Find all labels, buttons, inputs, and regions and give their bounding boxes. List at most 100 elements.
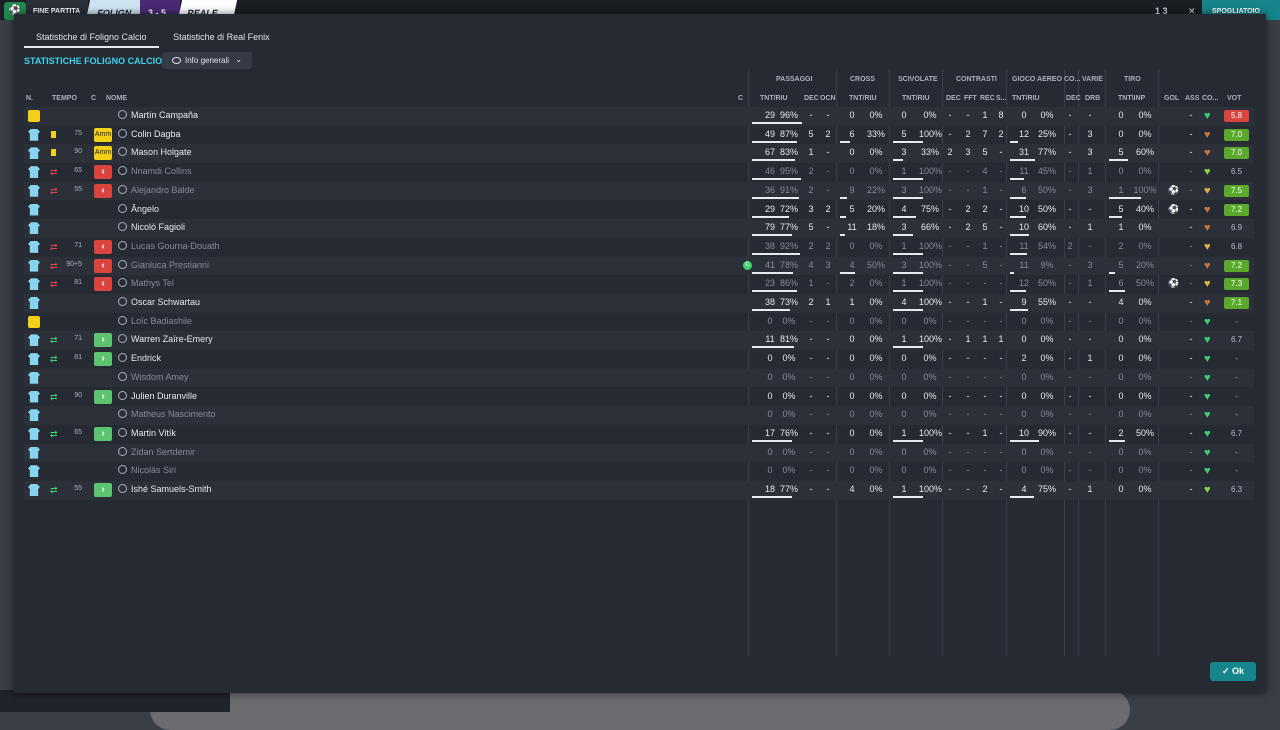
column-header-c[interactable]: C [91, 95, 96, 102]
column-header-pdec[interactable]: DEC [804, 95, 819, 102]
player-name[interactable]: Lucas Gourna-Douath [118, 240, 220, 251]
table-row[interactable]: ⇄ 55 › Ishé Samuels-Smith 18 77% - -4 0% 1 100% - -2… [24, 481, 1254, 500]
stat-drb: - [1088, 203, 1092, 214]
column-header-pocn[interactable]: OCN [820, 95, 836, 102]
stat-pocn: - [826, 446, 830, 457]
column-header-nome[interactable]: NOME [106, 95, 127, 102]
column-header-co[interactable]: CO... [1202, 95, 1218, 102]
table-row[interactable]: ⇄ 81 › Endrick 0 0% - -0 0% 0 0% - - - -2 0% -1 0 0% - ♥ - [24, 350, 1254, 369]
player-name[interactable]: Colin Dagba [118, 128, 181, 139]
column-header-tempo[interactable]: TEMPO [52, 95, 77, 102]
column-header-cdec[interactable]: DEC [946, 95, 961, 102]
table-row[interactable]: Loïc Badiashile 0 0% - -0 0% 0 0% - - - -0 0% - -0 0% - ♥… [24, 313, 1254, 332]
stat-cross: 4 [849, 484, 855, 494]
stat-passp: 77% [779, 484, 798, 494]
tab-home-stats[interactable]: Statistiche di Foligno Calcio [24, 26, 159, 48]
sub-on-badge: › [94, 389, 112, 404]
stat-bar-pass [752, 196, 800, 199]
table-row[interactable]: ⇄ 71 ‹ Lucas Gourna-Douath 38 92% 2 2 0 0% 1 100% - -… [24, 238, 1254, 257]
headset-icon [118, 427, 127, 437]
morale-heart-icon: ♥ [1204, 465, 1211, 478]
column-header-codec[interactable]: DEC [1066, 95, 1081, 102]
player-name[interactable]: Alejandro Balde [118, 184, 195, 195]
table-row[interactable]: Zidan Sertdemir 0 0% - -0 0% 0 0% - - - -0 0% - -0 0% - ♥… [24, 443, 1254, 463]
player-name[interactable]: Endrick [118, 353, 161, 363]
player-name[interactable]: Nnamdi Collins [118, 166, 192, 176]
morale-heart-icon: ♥ [1204, 297, 1211, 309]
column-header-crec[interactable]: REC [980, 95, 995, 102]
player-name[interactable]: Mathys Tel [118, 278, 174, 288]
column-header-drb[interactable]: DRB [1085, 95, 1100, 102]
table-row[interactable]: Nicolás Siri 0 0% - -0 0% 0 0% - - - -0 0% - -0 0% - ♥ - [24, 462, 1254, 481]
stat-sciv: 3 [901, 222, 907, 233]
stat-bar-aereo [1010, 271, 1014, 274]
stat-bar-sciv [893, 309, 923, 311]
player-name[interactable]: Ângelo [118, 203, 159, 214]
column-header-vot[interactable]: VOT [1227, 95, 1241, 102]
column-header-c2[interactable]: C [738, 95, 743, 102]
table-row[interactable]: ⇄ 90 › Julien Duranville 0 0% - -0 0% 0 0% - - - -0 0% -… [24, 388, 1254, 407]
player-name[interactable]: Ishé Samuels-Smith [118, 484, 212, 494]
table-row[interactable]: ⇄ 90+5 ‹ Gianluca Prestianni C 41 78% 4 3 4 50% 3 10… [24, 256, 1254, 276]
stat-aereo: 6 [1021, 184, 1027, 195]
player-name[interactable]: Julien Duranville [118, 390, 197, 401]
rating-badge: - [1235, 372, 1238, 382]
table-row[interactable]: Ângelo 29 72% 3 2 5 20% 4 75% -2 2-10 50% - -5 40% - ⚽ ♥ 7… [24, 201, 1254, 220]
table-row[interactable]: 75 Amm Colin Dagba 49 87% 5 2 6 33% 5 100% -2 7 2 12 25… [24, 126, 1254, 145]
table-row[interactable]: Martín Campaña 29 96% - - 0 0% 0 0% - - 1 8 0 0% - - 0 0% -… [24, 107, 1254, 126]
stat-codec: - [1068, 390, 1072, 401]
player-name[interactable]: Loïc Badiashile [118, 315, 192, 326]
column-header-ass[interactable]: ASS [1185, 95, 1199, 102]
ok-button[interactable]: ✓ Ok [1210, 662, 1256, 681]
stat-bar-aereo [1010, 178, 1025, 181]
table-row[interactable]: Matheus Nascimento 0 0% - -0 0% 0 0% - - - -0 0% - -0 0… [24, 406, 1254, 425]
stat-aereop: 0% [1040, 110, 1054, 120]
view-select[interactable]: Info generali ⌄ [162, 52, 252, 69]
column-header-aereo[interactable]: TNT/RIU [1012, 95, 1040, 102]
table-row[interactable]: Nicolò Fagioli 79 77% 5-11 18% 3 66% -2 5-10 60% -… [24, 219, 1254, 238]
stat-codec: - [1068, 147, 1072, 158]
column-header-cs[interactable]: S... [996, 95, 1007, 102]
stat-cfft: - [966, 259, 970, 270]
column-header-tiro[interactable]: TNT\INP [1118, 95, 1145, 102]
headset-icon [118, 334, 127, 344]
column-header-gol[interactable]: GOL [1164, 95, 1179, 102]
column-header-sciv[interactable]: TNT/RIU [902, 95, 930, 102]
stat-tirop: 0% [1138, 409, 1152, 420]
player-name[interactable]: Gianluca Prestianni [118, 259, 209, 270]
player-name[interactable]: Matheus Nascimento [118, 409, 216, 419]
player-name[interactable]: Martin Vitík [118, 427, 176, 438]
player-name[interactable]: Nicolás Siri [118, 465, 176, 475]
table-row[interactable]: 90 Amm Mason Holgate 67 83% 1-0 0% 3 33% 2 3 5-31 77… [24, 144, 1254, 164]
table-row[interactable]: ⇄ 65 › Martin Vitík 17 76% - -0 0% 1 100% - -1-10 90%… [24, 425, 1254, 444]
table-row[interactable]: ⇄ 71 › Warren Zaïre-Emery 11 81% - -0 0% 1 100% -1 1… [24, 331, 1254, 351]
sub-off-badge: ‹ [94, 165, 112, 180]
stat-crec: - [983, 353, 987, 364]
table-row[interactable]: ⇄ 55 ‹ Alejandro Balde 36 91% 2-9 22% 3 100% - -1-6… [24, 181, 1254, 201]
stat-sciv: 1 [901, 166, 907, 177]
player-name[interactable]: Wisdom Amey [118, 371, 189, 382]
column-header-n[interactable]: N. [26, 95, 33, 102]
player-name[interactable]: Martín Campaña [118, 110, 198, 120]
table-row[interactable]: Oscar Schwartau 38 73% 2 1 1 0% 4 100% - -1-9 55% - -… [24, 294, 1254, 313]
table-row[interactable]: ⇄ 65 ‹ Nnamdi Collins 46 95% 2-0 0% 1 100% - -4-11 4… [24, 163, 1254, 182]
stat-passp: 77% [779, 222, 798, 233]
column-header-cross[interactable]: TNT/RIU [849, 95, 877, 102]
morale-heart-icon: ♥ [1204, 390, 1211, 403]
table-row[interactable]: ⇄ 81 ‹ Mathys Tel 23 86% 1-2 0% 1 100% - - - -12 50% -1… [24, 275, 1254, 294]
player-name[interactable]: Nicolò Fagioli [118, 222, 185, 232]
table-row[interactable]: Wisdom Amey 0 0% - -0 0% 0 0% - - - -0 0% - -0 0% - ♥ - [24, 368, 1254, 388]
shirt-icon [28, 222, 40, 235]
eye-icon [172, 57, 181, 64]
stat-cs: - [999, 240, 1003, 251]
stat-crossp: 0% [869, 278, 883, 289]
player-name[interactable]: Oscar Schwartau [118, 297, 200, 307]
tab-away-stats[interactable]: Statistiche di Real Fenix [161, 26, 282, 48]
player-name[interactable]: Warren Zaïre-Emery [118, 334, 213, 344]
column-header-pass[interactable]: TNT/RIU [760, 95, 788, 102]
sub-on-badge: › [94, 352, 112, 367]
player-name[interactable]: Mason Holgate [118, 147, 192, 157]
stat-bar-pass [752, 346, 795, 349]
player-name[interactable]: Zidan Sertdemir [118, 446, 195, 457]
column-header-cfft[interactable]: FFT [964, 95, 977, 102]
